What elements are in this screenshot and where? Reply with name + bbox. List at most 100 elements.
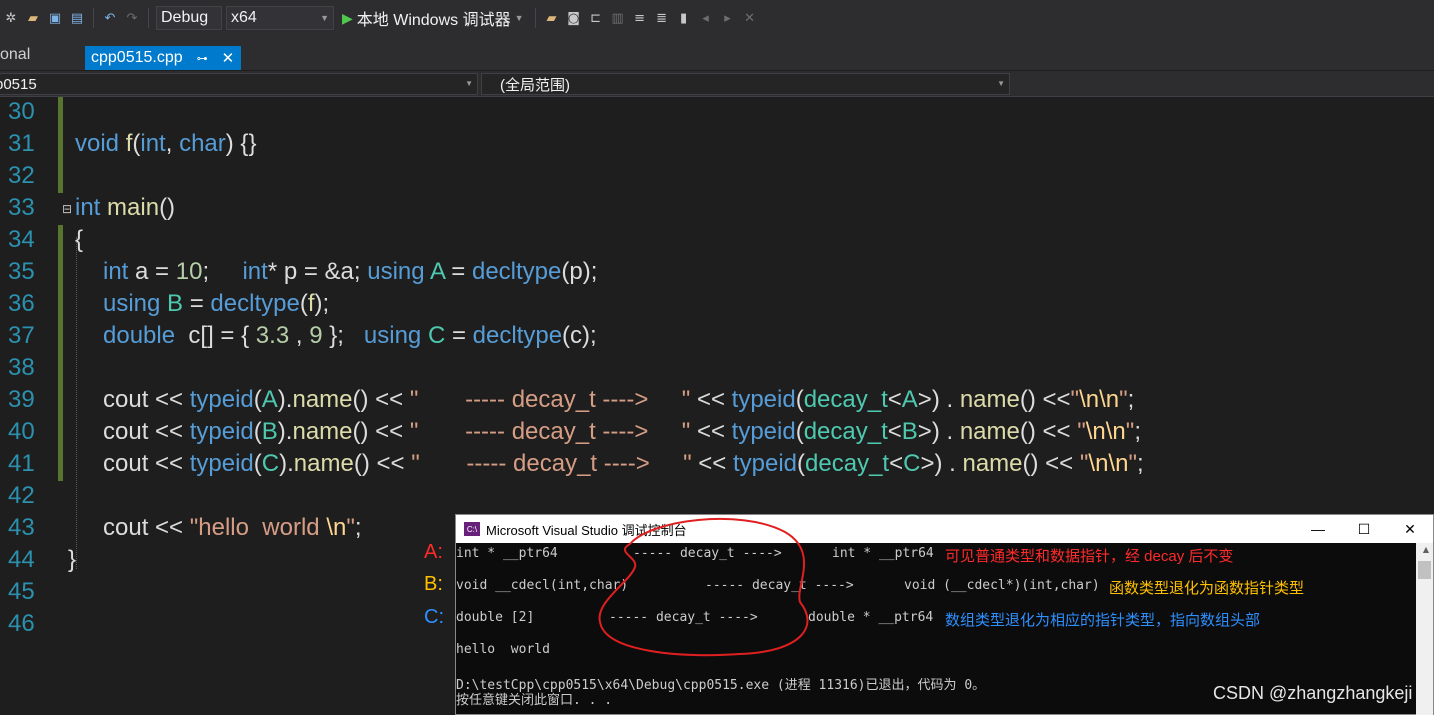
configuration-select[interactable]: Debug [156, 6, 222, 30]
chevron-down-icon: ▼ [320, 13, 329, 23]
output-c-arrow: ----- decay_t ----> [609, 610, 758, 625]
toolbar-separator [534, 8, 536, 28]
comment-icon[interactable]: ≡ [631, 9, 649, 27]
annotation-label-b: B: [424, 573, 443, 595]
line-number: 46 [8, 610, 35, 637]
close-icon[interactable]: ✕ [222, 49, 235, 67]
note-a: 可见普通类型和数据指针，经 decay 后不变 [945, 548, 1234, 565]
line-number: 44 [8, 546, 35, 573]
line-number: 40 [8, 418, 35, 445]
run-label: 本地 Windows 调试器 [356, 12, 511, 29]
member-scope-value: (全局范围) [500, 76, 570, 94]
chevron-down-icon[interactable]: ▼ [515, 13, 524, 23]
scrollbar-thumb[interactable] [1418, 561, 1431, 579]
code-line-40: cout << typeid(B).name() << " ----- deca… [103, 418, 1141, 445]
annotation-label-a: A: [424, 541, 443, 563]
output-b-result: void (__cdecl*)(int,char) [904, 578, 1100, 593]
uncomment-icon[interactable]: ≣ [653, 9, 671, 27]
indent-guide [76, 237, 77, 569]
maximize-button[interactable]: ☐ [1341, 515, 1387, 543]
note-b: 函数类型退化为函数指针类型 [1109, 580, 1305, 597]
prev-bookmark-icon[interactable]: ◂ [697, 9, 715, 27]
line-number: 30 [8, 98, 35, 125]
collapse-icon[interactable]: ⊟ [62, 202, 72, 216]
redo-icon[interactable]: ↷ [123, 9, 141, 27]
chevron-down-icon: ▼ [997, 79, 1005, 88]
toolbar: ✲ ▰ ▣ ▤ ↶ ↷ Debug x64 ▼ ▶ 本地 Windows 调试器… [0, 0, 1434, 36]
project-scope-value: p0515 [0, 75, 37, 93]
line-number: 31 [8, 130, 35, 157]
save-icon[interactable]: ▣ [46, 9, 64, 27]
watermark: CSDN @zhangzhangkeji [1213, 683, 1413, 703]
line-number: 41 [8, 450, 35, 477]
step-icon[interactable]: ⊏ [587, 9, 605, 27]
change-indicator [58, 97, 63, 193]
code-line-39: cout << typeid(A).name() << " ----- deca… [103, 386, 1135, 413]
minimize-button[interactable]: — [1295, 515, 1341, 543]
screenshot-icon[interactable]: ◙ [565, 9, 583, 27]
change-indicator [58, 225, 63, 481]
line-number: 35 [8, 258, 35, 285]
code-line-44: } [68, 546, 77, 573]
console-title-bar[interactable]: C:\ Microsoft Visual Studio 调试控制台 — ☐ ✕ [456, 515, 1433, 543]
open-folder-icon[interactable]: ▰ [24, 9, 42, 27]
document-tabs: onal cpp0515.cpp ⊶ ✕ [0, 36, 1434, 107]
start-debugging-button[interactable]: ▶ 本地 Windows 调试器 ▼ [338, 6, 528, 30]
clear-bookmarks-icon[interactable]: ✕ [741, 9, 759, 27]
output-c-result: double * __ptr64 [808, 610, 934, 625]
output-a-type: int * __ptr64 [456, 546, 558, 561]
annotation-label-c: C: [424, 606, 444, 628]
console-app-icon: C:\ [464, 522, 480, 536]
console-title: Microsoft Visual Studio 调试控制台 [486, 522, 687, 538]
output-press-key: 按任意键关闭此窗口. . . [456, 693, 613, 708]
output-c-type: double [2] [456, 610, 535, 625]
play-icon: ▶ [342, 9, 353, 26]
code-line-43: cout << "hello world \n"; [103, 514, 362, 541]
save-all-icon[interactable]: ▤ [68, 9, 86, 27]
undo-icon[interactable]: ↶ [101, 9, 119, 27]
line-number: 43 [8, 514, 35, 541]
bookmark-icon[interactable]: ▮ [675, 9, 693, 27]
chevron-down-icon: ▼ [465, 79, 473, 88]
new-project-icon[interactable]: ✲ [2, 9, 20, 27]
output-hello: hello world [456, 642, 550, 657]
tab-cpp0515[interactable]: cpp0515.cpp ⊶ ✕ [85, 46, 241, 70]
toolbar-separator [148, 8, 149, 28]
code-line-33: int main() [75, 194, 176, 221]
line-number: 37 [8, 322, 35, 349]
find-in-files-icon[interactable]: ▰ [543, 9, 561, 27]
close-button[interactable]: ✕ [1387, 515, 1433, 543]
output-a-result: int * __ptr64 [832, 546, 934, 561]
project-scope-select[interactable]: p0515 ▼ [0, 73, 478, 95]
pin-icon[interactable]: ⊶ [197, 52, 208, 65]
line-number: 39 [8, 386, 35, 413]
output-a-arrow: ----- decay_t ----> [633, 546, 782, 561]
output-b-arrow: ----- decay_t ----> [705, 578, 854, 593]
code-line-34: { [75, 226, 84, 253]
tab-inactive[interactable]: onal [0, 46, 30, 64]
line-number: 42 [8, 482, 35, 509]
line-number: 33 [8, 194, 35, 221]
platform-select[interactable]: x64 ▼ [226, 6, 334, 30]
output-b-type: void __cdecl(int,char) [456, 578, 629, 593]
line-number: 45 [8, 578, 35, 605]
layout-icon[interactable]: ▥ [609, 9, 627, 27]
scroll-up-icon[interactable]: ▲ [1423, 545, 1429, 554]
line-number: 34 [8, 226, 35, 253]
code-line-37: double c[] = { 3.3 , 9 }; using C = decl… [103, 322, 597, 349]
line-number: 38 [8, 354, 35, 381]
toolbar-separator [93, 8, 94, 28]
code-line-41: cout << typeid(C).name() << " ----- deca… [103, 450, 1144, 477]
code-line-35: int a = 10; int* p = &a; using A = declt… [103, 258, 598, 285]
navigation-bar: p0515 ▼ (全局范围) ▼ [0, 71, 1434, 97]
code-line-36: using B = decltype(f); [103, 290, 330, 317]
configuration-value: Debug [161, 9, 209, 26]
member-scope-select[interactable]: (全局范围) ▼ [481, 73, 1010, 95]
next-bookmark-icon[interactable]: ▸ [719, 9, 737, 27]
tab-label: cpp0515.cpp [91, 49, 183, 66]
line-number: 32 [8, 162, 35, 189]
line-number: 36 [8, 290, 35, 317]
code-line-31: void f(int, char) {} [75, 130, 257, 157]
note-c: 数组类型退化为相应的指针类型，指向数组头部 [945, 612, 1261, 629]
platform-value: x64 [231, 9, 257, 26]
